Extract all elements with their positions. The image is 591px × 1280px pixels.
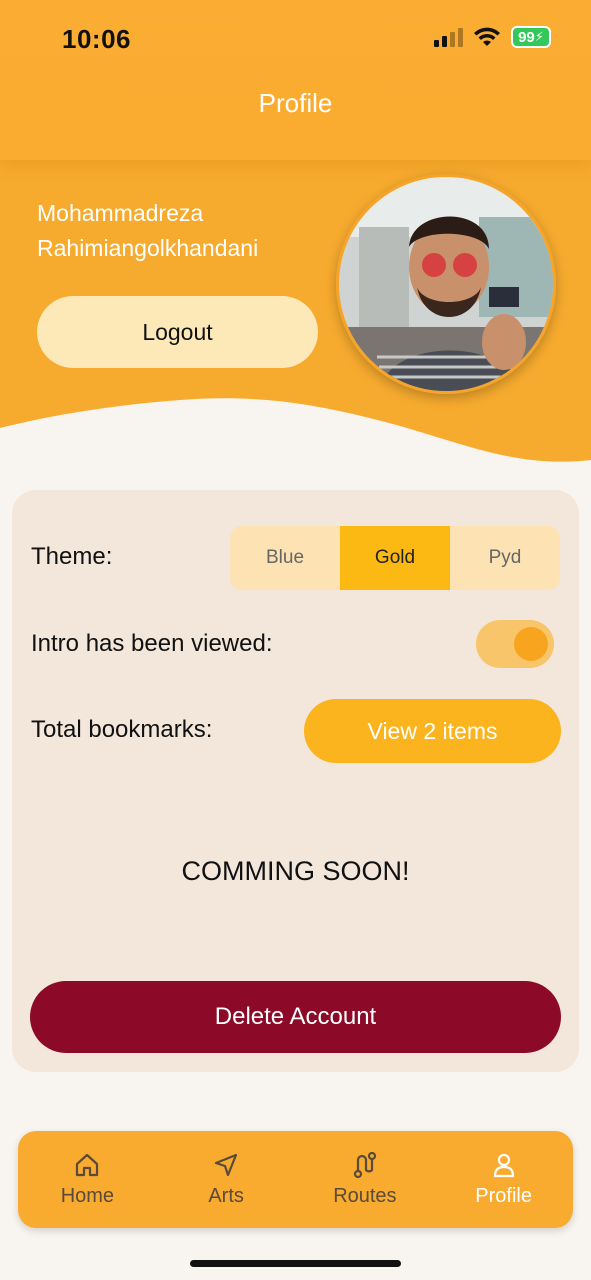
battery-icon: 99 ⚡: [511, 26, 551, 48]
logout-button[interactable]: Logout: [37, 296, 318, 368]
nav-item-profile[interactable]: Profile: [434, 1131, 573, 1228]
view-bookmarks-button[interactable]: View 2 items: [304, 699, 561, 763]
nav-label-routes: Routes: [333, 1185, 397, 1207]
nav-label-profile: Profile: [475, 1185, 532, 1207]
user-last-name: Rahimiangolkhandani: [37, 235, 259, 261]
user-icon: [493, 1153, 514, 1178]
user-name: Mohammadreza Rahimiangolkhandani: [37, 196, 327, 266]
nav-item-home[interactable]: Home: [18, 1131, 157, 1228]
theme-option-gold[interactable]: Gold: [340, 526, 450, 590]
status-time: 10:06: [62, 24, 131, 54]
intro-viewed-toggle[interactable]: [476, 620, 554, 668]
wifi-icon: [474, 27, 500, 46]
theme-option-pyd[interactable]: Pyd: [450, 526, 560, 590]
status-icons: 99 ⚡: [434, 26, 551, 48]
charging-bolt-icon: ⚡: [534, 29, 544, 44]
intro-viewed-label: Intro has been viewed:: [31, 630, 273, 657]
coming-soon-text: COMMING SOON!: [181, 856, 410, 886]
theme-selector: Blue Gold Pyd: [230, 526, 560, 590]
nav-item-routes[interactable]: Routes: [296, 1131, 435, 1228]
user-first-name: Mohammadreza: [37, 200, 204, 226]
nav-label-home: Home: [60, 1185, 115, 1207]
navigation-arrow-icon: [215, 1153, 238, 1177]
settings-card: Theme: Blue Gold Pyd Intro has been view…: [12, 490, 579, 1072]
nav-label-arts: Arts: [208, 1185, 244, 1207]
app-header: 10:06 99 ⚡ Profile: [0, 0, 591, 160]
theme-label: Theme:: [31, 543, 113, 570]
toggle-knob: [514, 627, 548, 661]
route-icon: [353, 1151, 376, 1179]
battery-level: 99: [518, 28, 535, 46]
page-title: Profile: [258, 88, 333, 118]
cellular-signal-icon: [434, 27, 463, 47]
bottom-nav: Home Arts Routes Profile: [18, 1131, 573, 1228]
home-indicator[interactable]: [190, 1260, 401, 1267]
bookmarks-label: Total bookmarks:: [31, 716, 213, 743]
avatar[interactable]: [336, 174, 556, 394]
theme-option-blue[interactable]: Blue: [230, 526, 340, 590]
avatar-photo-icon: [339, 177, 553, 391]
home-icon: [76, 1153, 99, 1177]
delete-account-button[interactable]: Delete Account: [30, 981, 561, 1053]
profile-hero: Mohammadreza Rahimiangolkhandani Logout: [0, 150, 591, 470]
nav-item-arts[interactable]: Arts: [157, 1131, 296, 1228]
